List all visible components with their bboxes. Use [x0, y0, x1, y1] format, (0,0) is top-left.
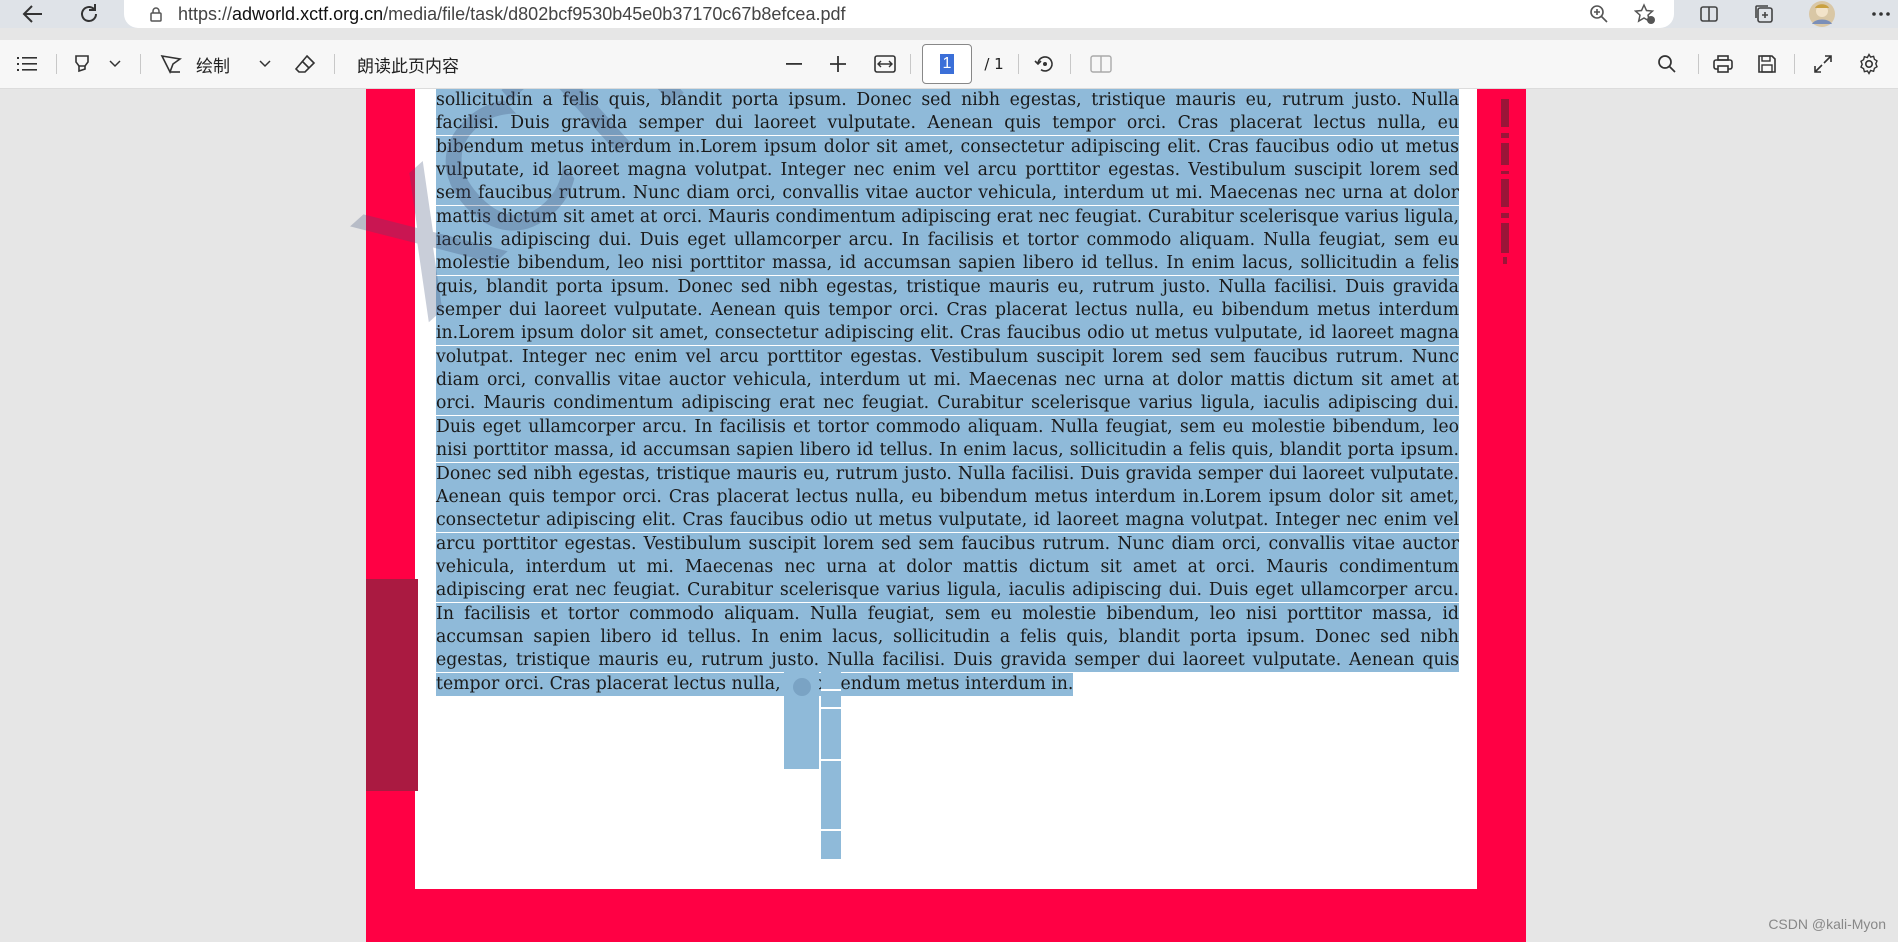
- back-button[interactable]: [16, 0, 50, 28]
- read-aloud-button[interactable]: 朗读此页内容: [352, 48, 464, 80]
- favorite-add-icon: [1634, 3, 1655, 24]
- selection-gap: [821, 689, 841, 691]
- plus-icon: [830, 56, 846, 72]
- pdf-viewer[interactable]: sollicitudin a felis quis, blandit porta…: [0, 89, 1898, 942]
- refresh-button[interactable]: [72, 0, 106, 28]
- toolbar-divider: [1698, 54, 1699, 74]
- settings-button[interactable]: [1854, 48, 1884, 80]
- toolbar-divider: [1018, 54, 1019, 74]
- favorite-add-button[interactable]: [1632, 2, 1658, 26]
- page-number-input[interactable]: 1: [922, 44, 972, 84]
- toolbar-divider: [56, 54, 57, 74]
- collections-icon: [1755, 5, 1773, 23]
- address-field[interactable]: https://adworld.xctf.org.cn/media/file/t…: [124, 0, 1674, 28]
- more-button[interactable]: [1868, 2, 1894, 26]
- page-total-label: / 1: [984, 55, 1004, 73]
- draw-label: 绘制: [196, 56, 230, 77]
- draw-icon: [160, 54, 182, 74]
- split-screen-icon: [1700, 6, 1718, 22]
- zoom-in-button[interactable]: [824, 48, 852, 80]
- selection-gap: [821, 829, 841, 831]
- avatar-icon: [1809, 1, 1835, 27]
- toolbar-divider: [910, 54, 911, 74]
- list-icon: [17, 57, 37, 71]
- browser-address-bar: https://adworld.xctf.org.cn/media/file/t…: [0, 0, 1898, 28]
- highlight-button[interactable]: [68, 48, 96, 80]
- vertical-marks: [1501, 99, 1509, 264]
- footer-credit: CSDN @kali-Myon: [1768, 916, 1886, 932]
- highlight-dropdown[interactable]: [104, 48, 126, 80]
- refresh-icon: [81, 4, 97, 22]
- fullscreen-button[interactable]: [1808, 48, 1838, 80]
- chevron-down-icon: [109, 60, 121, 68]
- draw-dropdown[interactable]: [254, 48, 276, 80]
- profile-avatar[interactable]: [1808, 0, 1836, 28]
- back-icon: [22, 5, 42, 23]
- zoom-icon: [1590, 5, 1608, 23]
- lorem-paragraph: sollicitudin a felis quis, blandit porta…: [436, 89, 1459, 696]
- rotate-icon: [1034, 56, 1053, 72]
- selection-handle[interactable]: [793, 678, 811, 696]
- lock-icon: [150, 7, 162, 22]
- two-page-icon: [1090, 55, 1112, 73]
- page-current-value: 1: [939, 54, 955, 74]
- read-aloud-label: 朗读此页内容: [357, 56, 459, 77]
- dark-red-block: [366, 579, 418, 791]
- save-button[interactable]: [1752, 48, 1782, 80]
- url-text: https://adworld.xctf.org.cn/media/file/t…: [178, 3, 846, 24]
- collections-button[interactable]: [1751, 2, 1777, 26]
- search-button[interactable]: [1652, 48, 1682, 80]
- contents-button[interactable]: [12, 48, 42, 80]
- toolbar-divider: [334, 54, 335, 74]
- toolbar-divider: [1794, 54, 1795, 74]
- selection-block: [784, 669, 819, 769]
- save-icon: [1758, 55, 1776, 73]
- search-icon: [1658, 55, 1676, 73]
- pdf-page: sollicitudin a felis quis, blandit porta…: [366, 89, 1526, 942]
- gear-icon: [1860, 53, 1878, 75]
- chevron-down-icon: [259, 60, 271, 68]
- split-screen-button[interactable]: [1696, 2, 1722, 26]
- highlighter-icon: [75, 55, 89, 73]
- erase-button[interactable]: [290, 48, 320, 80]
- draw-button[interactable]: 绘制: [160, 48, 240, 80]
- zoom-out-button[interactable]: [780, 48, 808, 80]
- fit-width-button[interactable]: [870, 48, 900, 80]
- selection-gap: [821, 707, 841, 709]
- rotate-button[interactable]: [1030, 48, 1060, 80]
- selection-column: [821, 669, 841, 859]
- page-total: / 1: [976, 48, 1012, 80]
- more-icon: [1872, 12, 1890, 16]
- fit-width-icon: [874, 55, 896, 73]
- page-view-button[interactable]: [1086, 48, 1116, 80]
- toolbar-divider: [1070, 54, 1071, 74]
- eraser-icon: [294, 54, 316, 73]
- minus-icon: [786, 63, 802, 65]
- selected-body-text: sollicitudin a felis quis, blandit porta…: [436, 89, 1459, 696]
- selection-gap: [821, 759, 841, 761]
- zoom-button[interactable]: [1586, 2, 1612, 26]
- toolbar-divider: [140, 54, 141, 74]
- expand-icon: [1814, 55, 1832, 73]
- print-button[interactable]: [1708, 48, 1738, 80]
- print-icon: [1713, 55, 1733, 73]
- document-text-region[interactable]: sollicitudin a felis quis, blandit porta…: [436, 89, 1464, 696]
